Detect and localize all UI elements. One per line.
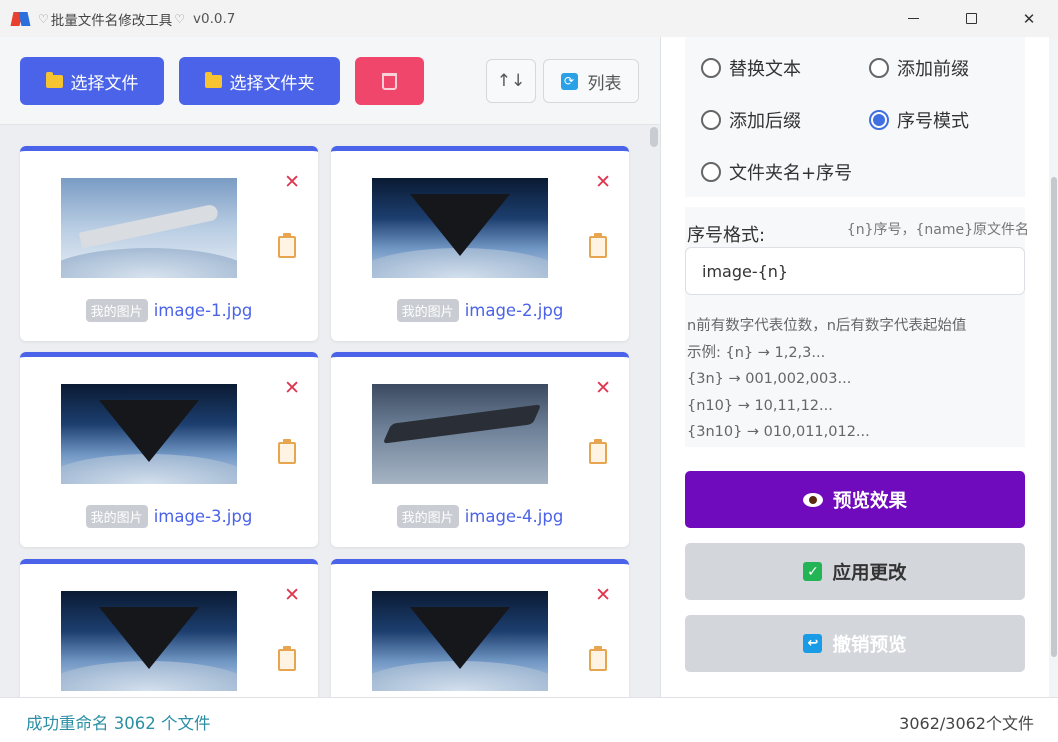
file-name: image-1.jpg: [153, 301, 253, 320]
clear-button[interactable]: [355, 57, 424, 105]
remove-file-icon[interactable]: ✕: [595, 379, 611, 398]
rename-mode-group: 替换文本 添加前缀 添加后缀 序号模式 文件夹名+序号: [685, 37, 1025, 197]
radio-icon: [701, 110, 721, 130]
file-thumbnail: [372, 591, 548, 691]
clipboard-icon[interactable]: [589, 646, 607, 671]
file-caption: 我的图片 image-2.jpg: [331, 299, 629, 322]
file-card[interactable]: ✕ 我的图片 image-1.jpg: [20, 146, 318, 341]
file-card[interactable]: ✕ 我的图片 image-3.jpg: [20, 352, 318, 547]
window-title: ♡ 批量文件名修改工具 ♡ v0.0.7: [38, 10, 236, 29]
close-window-button[interactable]: ✕: [1000, 0, 1058, 37]
folder-tag: 我的图片: [85, 299, 148, 322]
folder-icon: [45, 71, 63, 88]
remove-file-icon[interactable]: ✕: [595, 173, 611, 192]
title-bar: ♡ 批量文件名修改工具 ♡ v0.0.7 ✕: [0, 0, 1058, 37]
file-caption: 我的图片 image-4.jpg: [331, 505, 629, 528]
file-name: image-2.jpg: [464, 301, 564, 320]
remove-file-icon[interactable]: ✕: [284, 379, 300, 398]
sort-button[interactable]: ↑↓: [486, 59, 536, 103]
format-label: 序号格式:: [687, 225, 766, 246]
minimize-button[interactable]: [884, 0, 942, 37]
clipboard-icon[interactable]: [589, 233, 607, 258]
undo-icon: ↩: [803, 634, 823, 653]
mode-sequence[interactable]: 序号模式: [869, 107, 969, 133]
heart-icon: ♡: [38, 11, 49, 26]
minimize-icon: [907, 18, 919, 19]
file-card[interactable]: ✕: [20, 559, 318, 697]
file-count: 3062/3062个文件: [899, 714, 1034, 733]
eye-icon: [802, 492, 823, 507]
preview-button[interactable]: 预览效果: [685, 471, 1025, 528]
settings-panel: 替换文本 添加前缀 添加后缀 序号模式 文件夹名+序号 序号格式: {n}序号，…: [660, 37, 1058, 697]
trash-icon: [382, 72, 397, 90]
scrollbar-thumb[interactable]: [1051, 177, 1057, 657]
file-card[interactable]: ✕ 我的图片 image-2.jpg: [331, 146, 629, 341]
sort-arrows-icon: ↑↓: [496, 71, 526, 91]
list-view-button[interactable]: ⟳ 列表: [543, 59, 639, 103]
file-thumbnail: [372, 384, 548, 484]
folder-tag: 我的图片: [85, 505, 148, 528]
folder-tag: 我的图片: [396, 505, 459, 528]
remove-file-icon[interactable]: ✕: [284, 586, 300, 605]
clipboard-icon[interactable]: [278, 233, 296, 258]
mode-add-prefix[interactable]: 添加前缀: [869, 55, 969, 81]
file-caption: 我的图片 image-1.jpg: [20, 299, 318, 322]
file-caption: 我的图片 image-3.jpg: [20, 505, 318, 528]
scrollbar-thumb[interactable]: [650, 127, 658, 147]
format-hint: {n}序号，{name}原文件名: [846, 222, 1029, 238]
window-controls: ✕: [884, 0, 1058, 37]
heart-icon: ♡: [174, 11, 186, 26]
file-card[interactable]: ✕ 我的图片 image-4.jpg: [331, 352, 629, 547]
file-grid-scrollbar[interactable]: [648, 125, 660, 697]
file-thumbnail: [61, 384, 237, 484]
clipboard-icon[interactable]: [278, 646, 296, 671]
file-name: image-3.jpg: [153, 507, 253, 526]
select-folder-button[interactable]: 选择文件夹: [179, 57, 340, 105]
mode-folder-sequence[interactable]: 文件夹名+序号: [701, 159, 852, 185]
remove-file-icon[interactable]: ✕: [284, 173, 300, 192]
radio-icon: [701, 58, 721, 78]
file-card[interactable]: ✕: [331, 559, 629, 697]
file-toolbar: 选择文件 选择文件夹 ↑↓ ⟳ 列表: [0, 37, 660, 125]
checkmark-icon: ✓: [803, 562, 823, 581]
radio-icon: [701, 162, 721, 182]
file-thumbnail: [61, 591, 237, 691]
maximize-icon: [965, 13, 977, 24]
apply-button[interactable]: ✓ 应用更改: [685, 543, 1025, 600]
select-files-button[interactable]: 选择文件: [20, 57, 164, 105]
mode-replace-text[interactable]: 替换文本: [701, 55, 801, 81]
format-description: n前有数字代表位数，n后有数字代表起始值 示例: {n} → 1,2,3... …: [687, 318, 967, 440]
file-thumbnail: [61, 178, 237, 278]
folder-tag: 我的图片: [396, 299, 459, 322]
maximize-button[interactable]: [942, 0, 1000, 37]
folder-icon: [204, 71, 222, 88]
mode-add-suffix[interactable]: 添加后缀: [701, 107, 801, 133]
status-bar: 成功重命名 3062 个文件 3062/3062个文件: [0, 697, 1058, 742]
close-icon: ✕: [1022, 9, 1036, 28]
format-input[interactable]: image-{n}: [685, 247, 1025, 295]
sequence-format-section: 序号格式: {n}序号，{name}原文件名 image-{n} n前有数字代表…: [685, 207, 1029, 447]
app-logo-icon: [10, 10, 31, 28]
remove-file-icon[interactable]: ✕: [595, 586, 611, 605]
file-name: image-4.jpg: [464, 507, 564, 526]
settings-scrollbar[interactable]: [1049, 37, 1058, 697]
status-message: 成功重命名 3062 个文件: [26, 714, 211, 733]
refresh-icon: ⟳: [560, 72, 578, 90]
clipboard-icon[interactable]: [278, 439, 296, 464]
file-grid: ✕ 我的图片 image-1.jpg ✕ 我的图片 image-2.jpg ✕ …: [0, 125, 648, 697]
clipboard-icon[interactable]: [589, 439, 607, 464]
radio-selected-icon: [869, 110, 889, 130]
version-label: v0.0.7: [193, 10, 236, 27]
file-panel: 选择文件 选择文件夹 ↑↓ ⟳ 列表 ✕ 我的图片 image-1.jpg ✕ …: [0, 37, 660, 697]
file-thumbnail: [372, 178, 548, 278]
radio-icon: [869, 58, 889, 78]
undo-preview-button[interactable]: ↩ 撤销预览: [685, 615, 1025, 672]
